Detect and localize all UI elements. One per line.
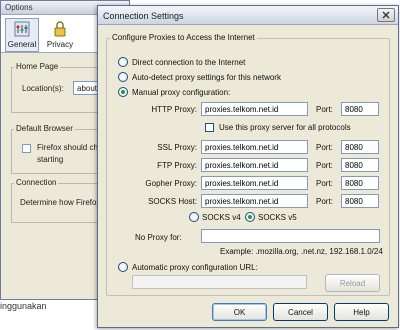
default-browser-text-2: starting bbox=[37, 155, 64, 164]
ftp-proxy-input[interactable]: proxies.telkom.net.id bbox=[201, 158, 308, 172]
gopher-port-input[interactable]: 8080 bbox=[341, 176, 379, 190]
tab-general[interactable]: General bbox=[5, 18, 39, 52]
no-proxy-example: Example: .mozilla.org, .net.nz, 192.168.… bbox=[220, 247, 383, 256]
tab-privacy[interactable]: Privacy bbox=[43, 18, 77, 52]
reload-button[interactable]: Reload bbox=[325, 274, 380, 292]
socks-port-input[interactable]: 8080 bbox=[341, 194, 379, 208]
auto-url-input[interactable] bbox=[132, 275, 307, 289]
socks-port-label: Port: bbox=[316, 197, 333, 206]
http-port-input[interactable]: 8080 bbox=[341, 102, 379, 116]
default-browser-checkbox[interactable] bbox=[22, 144, 31, 153]
proxy-legend: Configure Proxies to Access the Internet bbox=[110, 33, 257, 42]
help-button[interactable]: Help bbox=[334, 303, 389, 321]
radio-manual[interactable] bbox=[118, 87, 128, 97]
tab-general-label: General bbox=[7, 40, 37, 49]
default-browser-title: Default Browser bbox=[14, 124, 75, 133]
ssl-port-label: Port: bbox=[316, 143, 333, 152]
radio-auto-detect[interactable] bbox=[118, 72, 128, 82]
connection-settings-dialog: Connection Settings Configure Proxies to… bbox=[97, 5, 399, 328]
socks-v4-label: SOCKS v4 bbox=[202, 213, 241, 222]
location-label: Location(s): bbox=[22, 84, 64, 93]
radio-socks-v5[interactable] bbox=[245, 212, 255, 222]
gopher-port-label: Port: bbox=[316, 179, 333, 188]
no-proxy-input[interactable] bbox=[201, 229, 380, 243]
use-for-all-label: Use this proxy server for all protocols bbox=[219, 123, 351, 132]
general-settings-icon bbox=[14, 21, 30, 37]
gopher-proxy-input[interactable]: proxies.telkom.net.id bbox=[201, 176, 308, 190]
ssl-port-input[interactable]: 8080 bbox=[341, 140, 379, 154]
socks-v5-label: SOCKS v5 bbox=[258, 213, 297, 222]
privacy-mask-icon bbox=[54, 21, 66, 37]
ftp-port-input[interactable]: 8080 bbox=[341, 158, 379, 172]
ssl-proxy-label: SSL Proxy: bbox=[157, 143, 197, 152]
tab-privacy-label: Privacy bbox=[46, 40, 74, 49]
cancel-button[interactable]: Cancel bbox=[273, 303, 328, 321]
ftp-proxy-label: FTP Proxy: bbox=[157, 161, 197, 170]
radio-direct[interactable] bbox=[118, 57, 128, 67]
socks-host-label: SOCKS Host: bbox=[148, 197, 197, 206]
radio-auto-url[interactable] bbox=[118, 262, 128, 272]
gopher-proxy-label: Gopher Proxy: bbox=[145, 179, 197, 188]
radio-auto-url-label: Automatic proxy configuration URL: bbox=[132, 263, 258, 272]
radio-auto-detect-label: Auto-detect proxy settings for this netw… bbox=[132, 73, 281, 82]
home-page-title: Home Page bbox=[14, 62, 61, 71]
http-proxy-input[interactable]: proxies.telkom.net.id bbox=[201, 102, 308, 116]
connection-title: Connection bbox=[14, 178, 59, 187]
ssl-proxy-input[interactable]: proxies.telkom.net.id bbox=[201, 140, 308, 154]
http-port-label: Port: bbox=[316, 105, 333, 114]
no-proxy-label: No Proxy for: bbox=[135, 233, 182, 242]
radio-manual-label: Manual proxy configuration: bbox=[132, 88, 231, 97]
socks-host-input[interactable]: proxies.telkom.net.id bbox=[201, 194, 308, 208]
radio-socks-v4[interactable] bbox=[189, 212, 199, 222]
dialog-title: Connection Settings bbox=[103, 11, 184, 21]
use-for-all-checkbox[interactable] bbox=[205, 123, 214, 132]
http-proxy-label: HTTP Proxy: bbox=[151, 105, 197, 114]
radio-direct-label: Direct connection to the Internet bbox=[132, 58, 246, 67]
dialog-titlebar: Connection Settings bbox=[98, 6, 398, 25]
close-icon bbox=[382, 11, 390, 19]
ok-button[interactable]: OK bbox=[212, 303, 267, 321]
desktop-text: inggunakan bbox=[0, 301, 47, 311]
ftp-port-label: Port: bbox=[316, 161, 333, 170]
close-button[interactable] bbox=[377, 8, 395, 22]
